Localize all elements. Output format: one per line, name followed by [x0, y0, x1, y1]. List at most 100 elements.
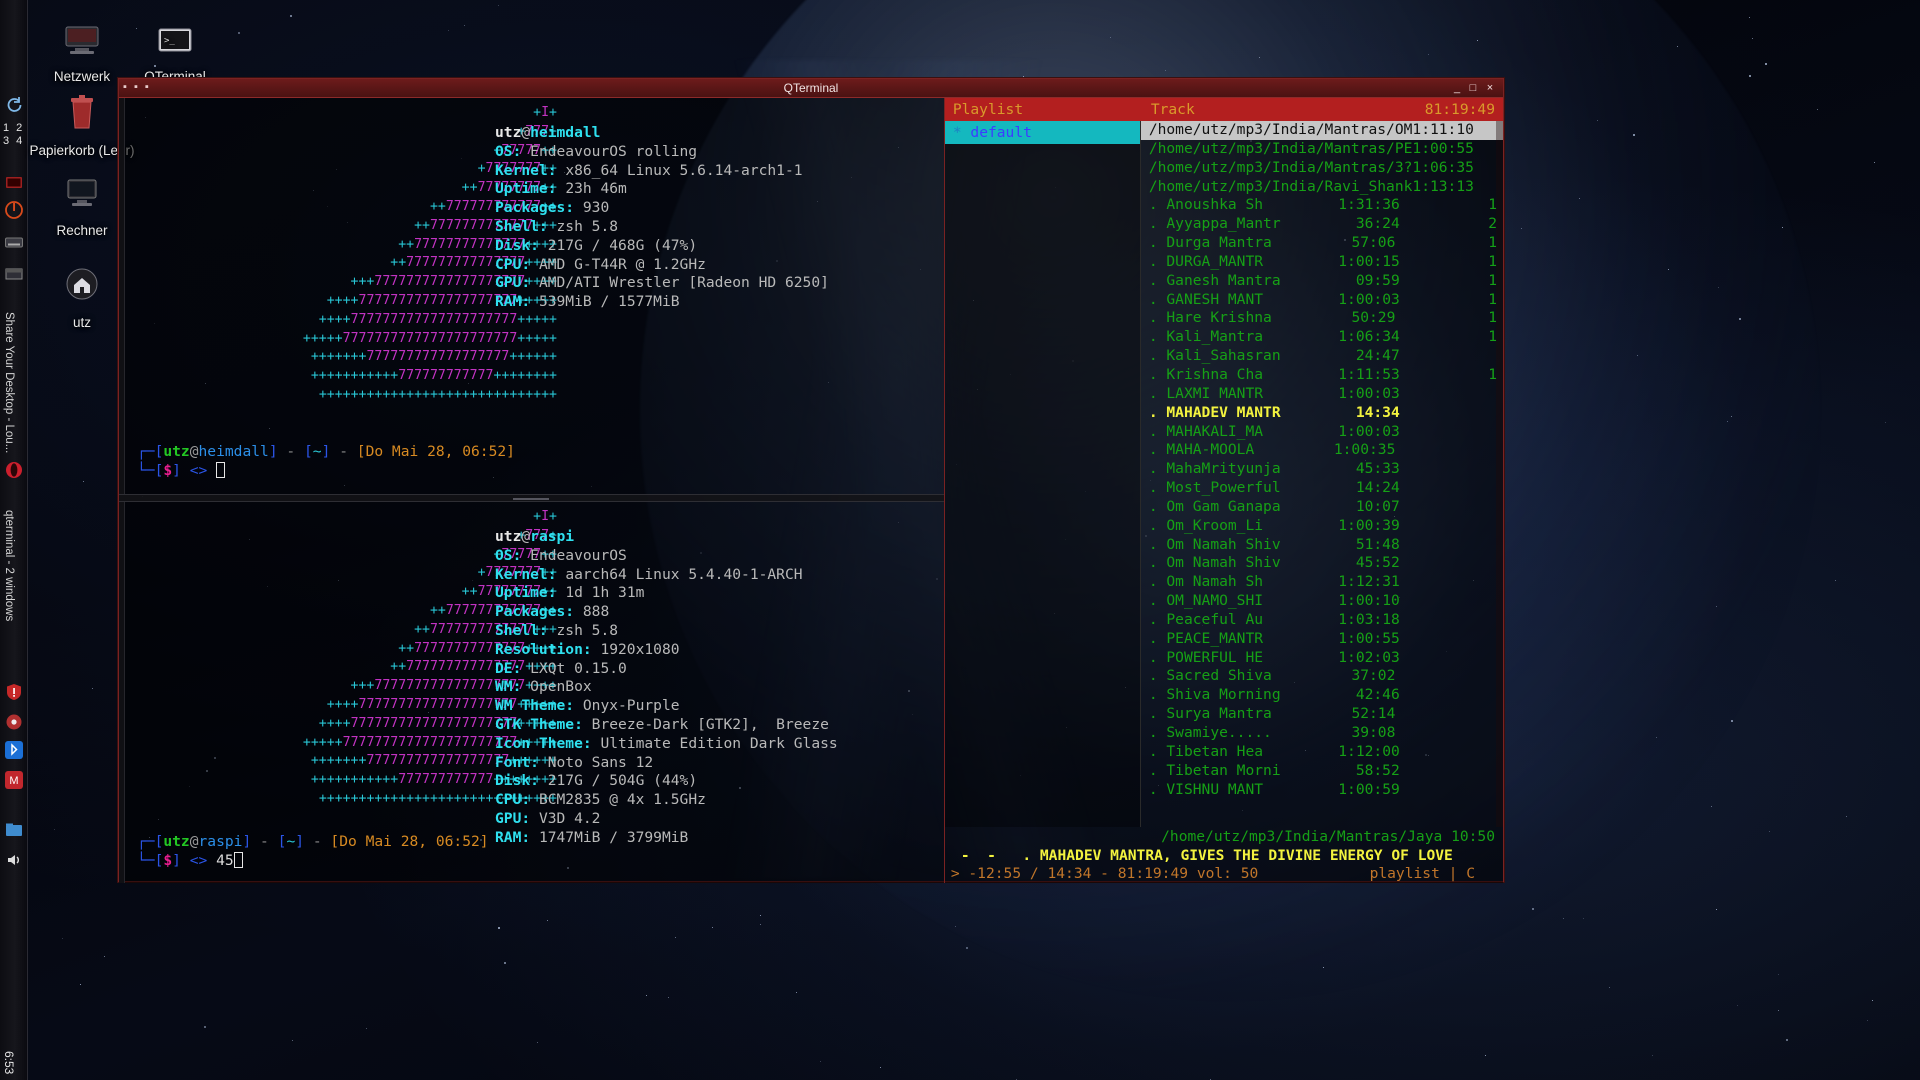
window-titlebar[interactable]: ▪ ▪ ▪ QTerminal _ □ × [119, 79, 1503, 98]
cmus-player[interactable]: Playlist Track 81:19:49 * default /home/… [943, 98, 1503, 883]
close-button[interactable]: × [1484, 82, 1496, 94]
track-row[interactable]: . PEACE_MANTR 1:00:55 [1141, 630, 1503, 649]
track-name: . LAXMI MANTR [1148, 384, 1264, 402]
track-row[interactable]: . MahaMrityunja 45:33 [1141, 460, 1503, 479]
track-row[interactable]: . Kali_Sahasran 24:47 [1141, 347, 1503, 366]
shell-prompt-heimdall[interactable]: ┌─[utz@heimdall] - [~] - [Do Mai 28, 06:… [137, 442, 515, 481]
track-row[interactable]: . MAHA-MOOLA 1:00:35 [1141, 441, 1503, 460]
track-number: 1 [1488, 234, 1497, 252]
terminal-pane-heimdall[interactable]: +I+ +777+ +77777++ +7777777++ ++77777777… [119, 98, 944, 494]
neofetch-ascii-art: +I+ +777+ +77777++ +7777777++ ++77777777… [302, 509, 557, 806]
lxqt-left-panel[interactable]: 1 2 3 4 Share Your Desktop - Lou... qter… [0, 0, 28, 1080]
track-row[interactable]: . Ayyappa_Mantr 36:24 2 [1141, 215, 1503, 234]
qterminal-window[interactable]: ▪ ▪ ▪ QTerminal _ □ × +I+ +777+ +77777++… [118, 78, 1504, 883]
track-row[interactable]: . Tibetan Morni 58:52 [1141, 762, 1503, 781]
track-row[interactable]: . POWERFUL HE 1:02:03 [1141, 649, 1503, 668]
refresh-icon[interactable] [4, 95, 24, 115]
track-row[interactable]: . Anoushka Sh 1:31:36 1 [1141, 196, 1503, 215]
track-row[interactable]: . Om Namah Shiv 45:52 [1141, 554, 1503, 573]
cmus-scrollbar[interactable] [1496, 121, 1503, 827]
desktop-switcher[interactable]: 1 2 3 4 [3, 122, 25, 148]
bluetooth-icon[interactable] [4, 740, 24, 760]
computer-icon [59, 170, 105, 216]
pane-scrollbar[interactable] [119, 98, 125, 494]
tasklist-label[interactable]: qterminal - 2 windows [3, 510, 15, 621]
track-row[interactable]: . Durga Mantra 57:06 1 [1141, 234, 1503, 253]
track-name: /home/utz/mp3/India/Ravi_Shank [1148, 177, 1413, 195]
track-row[interactable]: /home/utz/mp3/India/Mantras/OM 1:11:10 [1140, 121, 1503, 140]
opera-icon[interactable] [4, 460, 24, 480]
track-row[interactable]: . Most_Powerful 14:24 [1141, 479, 1503, 498]
track-time: 1:00:03 [1338, 384, 1400, 402]
track-row[interactable]: /home/utz/mp3/India/Ravi_Shank 1:13:13 [1141, 178, 1503, 197]
track-name: . MahaMrityunja [1148, 460, 1281, 478]
archive-icon[interactable] [4, 264, 24, 284]
window-icon: ▪ ▪ ▪ [123, 81, 151, 93]
track-name: . Ayyappa_Mantr [1148, 215, 1281, 233]
track-row[interactable]: . MAHADEV MANTR 14:34 [1141, 404, 1503, 423]
track-row[interactable]: . Om_Kroom_Li 1:00:39 [1141, 517, 1503, 536]
share-desktop-label[interactable]: Share Your Desktop - Lou... [3, 312, 15, 453]
track-row[interactable]: /home/utz/mp3/India/Mantras/PE 1:00:55 [1141, 140, 1503, 159]
power-icon[interactable] [4, 200, 24, 220]
track-time: 45:33 [1355, 460, 1400, 478]
track-row[interactable]: . Ganesh Mantra 09:59 1 [1141, 272, 1503, 291]
track-row[interactable]: /home/utz/mp3/India/Mantras/3? 1:06:35 [1141, 159, 1503, 178]
track-time: 45:52 [1355, 554, 1400, 572]
track-time: 1:00:35 [1333, 441, 1396, 459]
terminal-pane-raspi[interactable]: +I+ +777+ +77777++ +7777777++ ++77777777… [119, 502, 944, 883]
playlist-row[interactable]: * default [944, 121, 1140, 144]
track-row[interactable]: . Om Namah Shiv 51:48 [1141, 536, 1503, 555]
track-row[interactable]: . VISHNU MANT 1:00:59 [1141, 781, 1503, 800]
total-time: 81:19:49 [1424, 101, 1495, 118]
track-row[interactable]: . GANESH MANT 1:00:03 1 [1141, 291, 1503, 310]
track-row[interactable]: . OM_NAMO_SHI 1:00:10 [1141, 592, 1503, 611]
track-row[interactable]: . MAHAKALI_MA 1:00:03 [1141, 423, 1503, 442]
track-row[interactable]: . Om Gam Ganapa 10:07 [1141, 498, 1503, 517]
browser-icon[interactable]: M [4, 770, 24, 790]
panel-clock[interactable]: 6:53 [2, 1051, 16, 1074]
track-time: 51:48 [1355, 535, 1400, 553]
track-row[interactable]: . Krishna Cha 1:11:53 1 [1141, 366, 1503, 385]
track-name: . Ganesh Mantra [1148, 271, 1281, 289]
track-row[interactable]: . Hare Krishna 50:29 1 [1141, 309, 1503, 328]
keyboard-icon[interactable] [4, 232, 24, 252]
track-row[interactable]: . Tibetan Hea 1:12:00 [1141, 743, 1503, 762]
volume-icon[interactable] [4, 850, 24, 870]
track-row[interactable]: . Shiva Morning 42:46 [1141, 686, 1503, 705]
track-name: . OM_NAMO_SHI [1148, 592, 1264, 610]
files-icon[interactable] [4, 820, 24, 840]
terminal-column: +I+ +777+ +77777++ +7777777++ ++77777777… [119, 98, 944, 883]
track-time: 1:11:53 [1338, 365, 1400, 383]
track-column[interactable]: /home/utz/mp3/India/Mantras/OM 1:11:10/ho… [1140, 121, 1503, 827]
track-time: 1:00:59 [1338, 780, 1400, 798]
track-row[interactable]: . LAXMI MANTR 1:00:03 [1141, 385, 1503, 404]
track-row[interactable]: . DURGA_MANTR 1:00:15 1 [1141, 253, 1503, 272]
track-row[interactable]: . Kali_Mantra 1:06:34 1 [1141, 328, 1503, 347]
monitor-icon[interactable] [4, 173, 24, 193]
track-row[interactable]: . Om Namah Sh 1:12:31 [1141, 573, 1503, 592]
playlist-name: default [970, 124, 1032, 141]
track-row[interactable]: . Surya Mantra 52:14 [1141, 705, 1503, 724]
record-icon[interactable] [4, 712, 24, 732]
maximize-button[interactable]: □ [1467, 82, 1479, 94]
trash-icon [59, 90, 105, 136]
pane-scrollbar[interactable] [119, 502, 125, 883]
track-time: 37:02 [1351, 667, 1396, 685]
track-row[interactable]: . Sacred Shiva 37:02 [1141, 667, 1503, 686]
pane-splitter[interactable] [119, 494, 944, 502]
shell-prompt-raspi[interactable]: ┌─[utz@raspi] - [~] - [Do Mai 28, 06:52]… [137, 832, 489, 871]
track-time: 58:52 [1355, 761, 1400, 779]
minimize-button[interactable]: _ [1451, 82, 1463, 94]
track-row[interactable]: . Swamiye..... 39:08 [1141, 724, 1503, 743]
playlist-column[interactable]: * default [944, 121, 1141, 827]
shield-icon[interactable] [4, 682, 24, 702]
track-time: 1:00:15 [1338, 252, 1400, 270]
cmus-header: Playlist Track 81:19:49 [944, 98, 1503, 121]
svg-text:>_: >_ [164, 36, 175, 46]
track-row[interactable]: . Peaceful Au 1:03:18 [1141, 611, 1503, 630]
desktop-icon-netzwerk[interactable]: Netzwerk [28, 16, 136, 84]
track-time: 50:29 [1351, 309, 1396, 327]
desktop-icon-qterminal[interactable]: >_ QTerminal [121, 16, 229, 84]
track-name: . Om Gam Ganapa [1148, 497, 1281, 515]
